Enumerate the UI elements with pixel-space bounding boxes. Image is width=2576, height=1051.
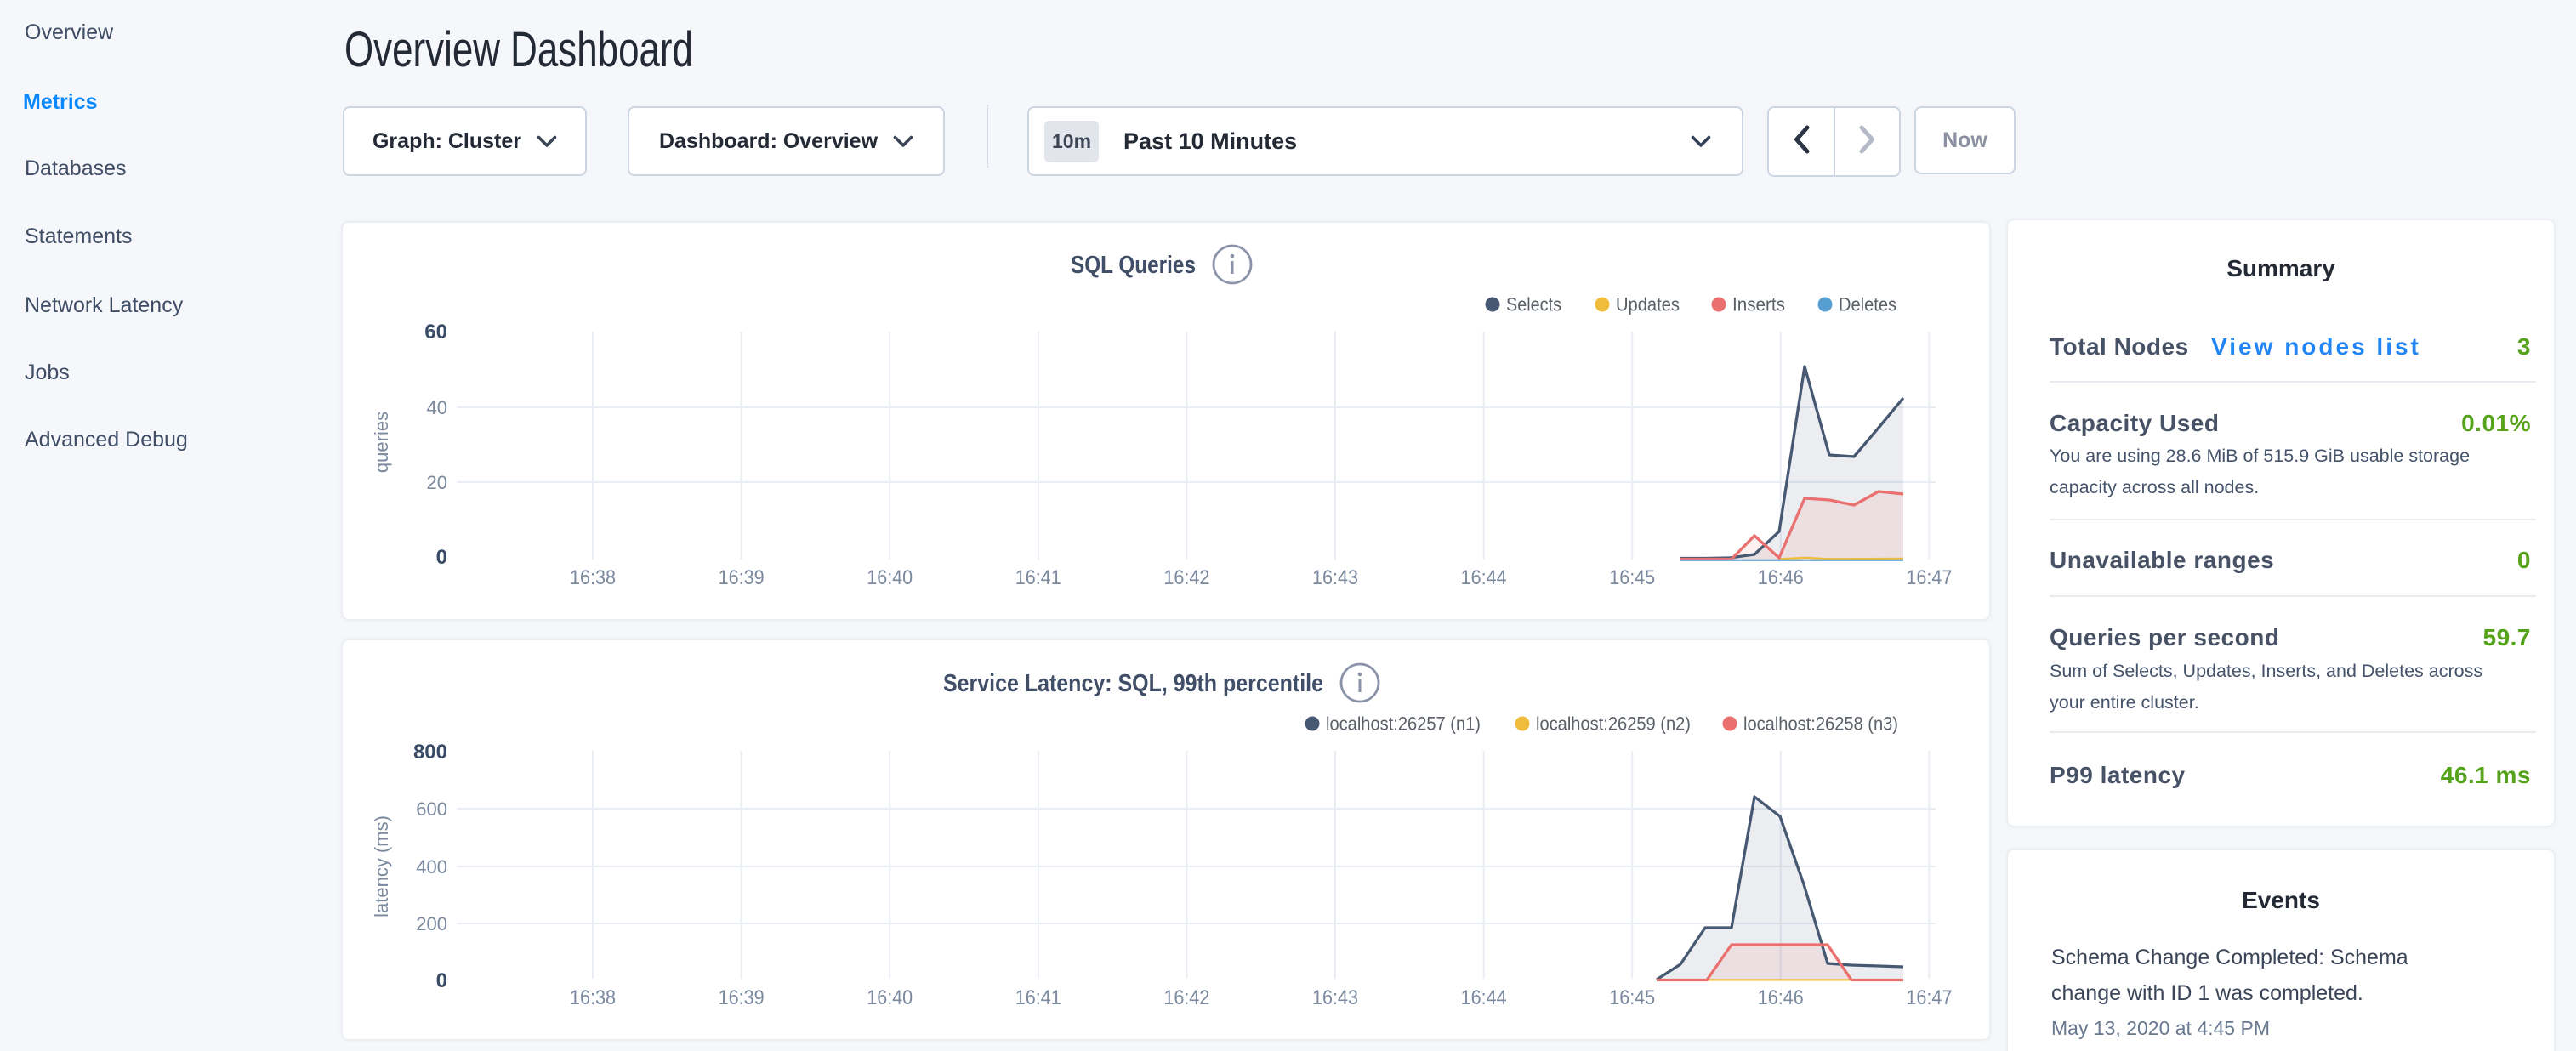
svg-text:40: 40 <box>427 397 447 418</box>
svg-text:Inserts: Inserts <box>1732 294 1785 315</box>
svg-text:16:40: 16:40 <box>867 986 913 1009</box>
svg-text:600: 600 <box>416 798 447 820</box>
svg-text:16:43: 16:43 <box>1312 566 1358 589</box>
svg-text:Updates: Updates <box>1616 294 1680 315</box>
svg-text:16:45: 16:45 <box>1609 986 1655 1009</box>
svg-text:200: 200 <box>416 913 447 935</box>
svg-text:16:39: 16:39 <box>719 986 765 1009</box>
svg-text:localhost:26258 (n3): localhost:26258 (n3) <box>1743 713 1898 735</box>
svg-text:0: 0 <box>436 969 447 992</box>
svg-text:16:43: 16:43 <box>1312 986 1358 1009</box>
svg-text:16:46: 16:46 <box>1758 986 1804 1009</box>
svg-text:16:47: 16:47 <box>1906 566 1952 589</box>
svg-text:0: 0 <box>436 546 447 569</box>
svg-text:SQL Queries: SQL Queries <box>1071 252 1196 279</box>
svg-text:400: 400 <box>416 856 447 878</box>
svg-text:16:38: 16:38 <box>570 566 616 589</box>
svg-text:localhost:26259 (n2): localhost:26259 (n2) <box>1536 713 1691 735</box>
svg-text:16:47: 16:47 <box>1906 986 1952 1009</box>
svg-text:localhost:26257 (n1): localhost:26257 (n1) <box>1326 713 1481 735</box>
svg-text:latency (ms): latency (ms) <box>371 815 392 917</box>
svg-text:16:41: 16:41 <box>1015 566 1061 589</box>
svg-text:16:40: 16:40 <box>867 566 913 589</box>
svg-text:60: 60 <box>424 321 447 344</box>
svg-text:Service Latency: SQL, 99th per: Service Latency: SQL, 99th percentile <box>943 670 1323 697</box>
svg-text:queries: queries <box>371 412 392 473</box>
svg-text:16:39: 16:39 <box>719 566 765 589</box>
svg-text:16:44: 16:44 <box>1461 566 1507 589</box>
svg-text:Selects: Selects <box>1506 294 1561 315</box>
svg-text:16:42: 16:42 <box>1163 986 1209 1009</box>
svg-text:16:42: 16:42 <box>1163 566 1209 589</box>
svg-text:16:44: 16:44 <box>1461 986 1507 1009</box>
svg-text:16:41: 16:41 <box>1015 986 1061 1009</box>
svg-text:20: 20 <box>427 472 447 493</box>
svg-text:Deletes: Deletes <box>1839 294 1896 315</box>
svg-text:800: 800 <box>413 741 447 764</box>
svg-text:16:38: 16:38 <box>570 986 616 1009</box>
svg-text:16:45: 16:45 <box>1609 566 1655 589</box>
svg-text:16:46: 16:46 <box>1758 566 1804 589</box>
